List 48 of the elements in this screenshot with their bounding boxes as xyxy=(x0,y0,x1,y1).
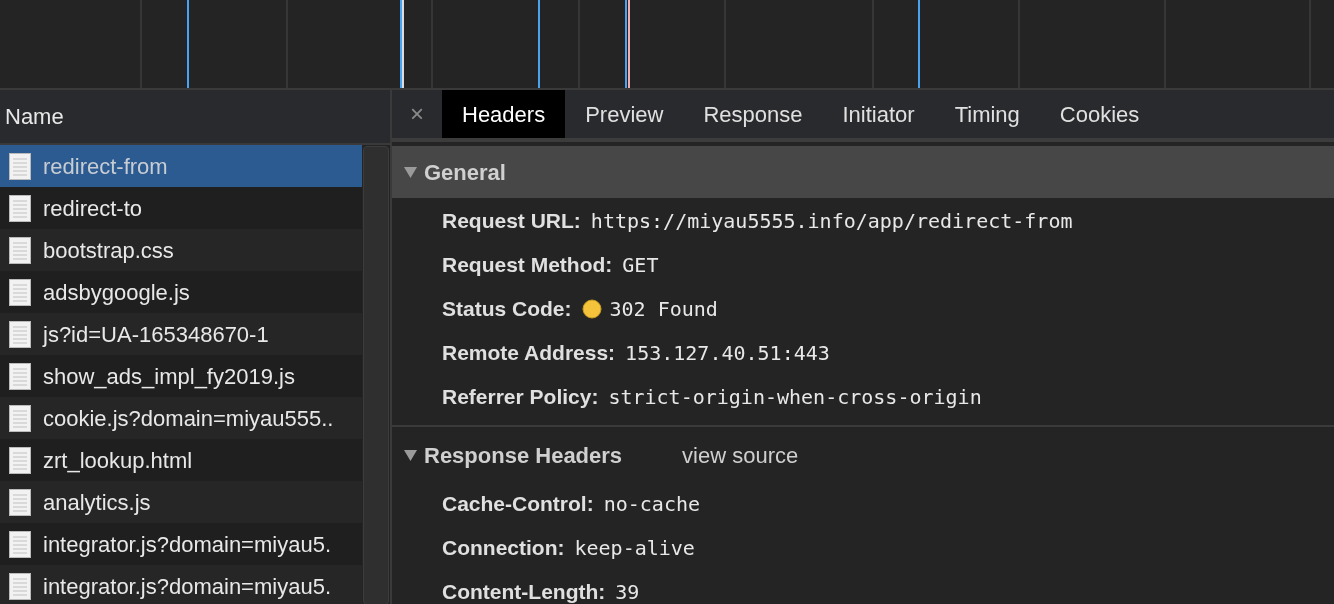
document-icon xyxy=(9,488,31,516)
tab[interactable]: Response xyxy=(683,90,823,138)
scrollbar[interactable] xyxy=(363,146,389,604)
document-icon xyxy=(9,572,31,600)
header-name: Remote Address: xyxy=(442,340,616,367)
triangle-down-icon xyxy=(404,449,417,461)
header-name: Connection: xyxy=(442,535,565,562)
tab[interactable]: Initiator xyxy=(822,90,935,138)
section-header[interactable]: Response Headers view source xyxy=(392,429,1334,481)
request-row[interactable]: redirect-from xyxy=(0,145,362,187)
tab[interactable]: Preview xyxy=(565,90,684,138)
header-value: 39 xyxy=(615,579,640,604)
document-icon xyxy=(9,278,31,306)
view-source-link[interactable]: view source xyxy=(682,438,799,472)
request-row[interactable]: adsbygoogle.js xyxy=(0,271,362,313)
tab[interactable]: Timing xyxy=(934,90,1040,138)
tab[interactable]: Cookies xyxy=(1039,90,1160,138)
header-value: strict-origin-when-cross-origin xyxy=(608,384,982,411)
document-icon xyxy=(9,530,31,558)
status-dot-icon xyxy=(581,299,602,319)
header-value: no-cache xyxy=(603,491,700,518)
header-value: https://miyau5555.info/app/redirect-from xyxy=(590,208,1073,235)
triangle-down-icon xyxy=(404,166,417,178)
column-header[interactable]: Name xyxy=(0,90,390,145)
request-row[interactable]: redirect-to xyxy=(0,187,362,229)
document-icon xyxy=(9,152,31,180)
header-name: Referrer Policy: xyxy=(442,384,599,411)
document-icon xyxy=(9,362,31,390)
document-icon xyxy=(9,320,31,348)
header-value: GET xyxy=(622,252,659,279)
request-row[interactable]: zrt_lookup.html xyxy=(0,439,362,481)
close-button[interactable]: × xyxy=(392,90,442,138)
document-icon xyxy=(9,446,31,474)
header-name: Status Code: xyxy=(442,296,572,323)
header-name: Cache-Control: xyxy=(442,491,594,518)
header-name: Request Method: xyxy=(442,252,613,279)
request-row[interactable]: show_ads_impl_fy2019.js xyxy=(0,355,362,397)
document-icon xyxy=(9,404,31,432)
header-value: 302 Found xyxy=(609,296,718,323)
tab[interactable]: Headers xyxy=(442,90,566,138)
header-name: Content-Length: xyxy=(442,579,606,604)
request-row[interactable]: integrator.js?domain=miyau5. xyxy=(0,523,362,565)
section-header[interactable]: General xyxy=(392,146,1334,198)
document-icon xyxy=(9,236,31,264)
header-name: Request URL: xyxy=(442,208,581,235)
header-value: keep-alive xyxy=(574,535,695,562)
header-value: 153.127.40.51:443 xyxy=(625,340,830,367)
document-icon xyxy=(9,194,31,222)
